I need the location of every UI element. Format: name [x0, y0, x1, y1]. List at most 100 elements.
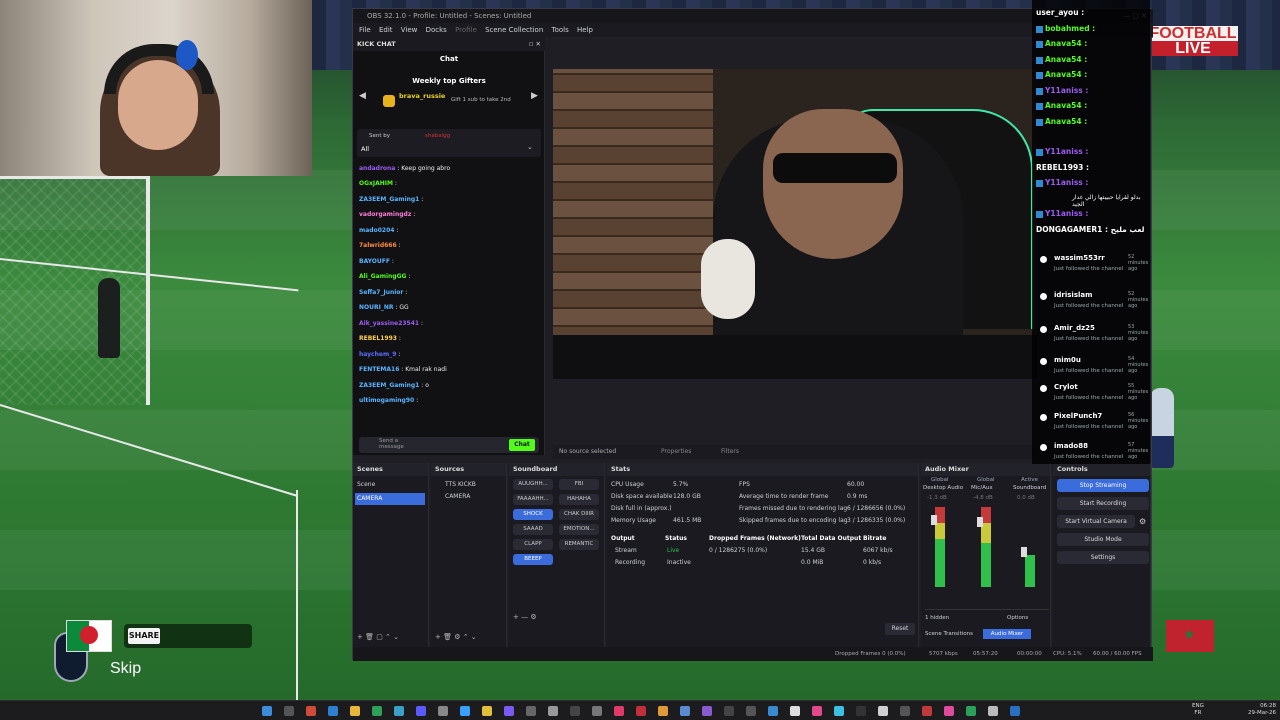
filter-select[interactable]: All — [361, 145, 369, 153]
app-icon[interactable] — [680, 706, 690, 716]
app-icon[interactable] — [526, 706, 536, 716]
heart-icon — [1040, 385, 1047, 392]
app-icon[interactable] — [658, 706, 668, 716]
app-icon[interactable] — [504, 706, 514, 716]
gift-cta[interactable]: Gift 1 sub to take 2nd — [451, 97, 511, 103]
tab-scene-transitions[interactable]: Scene Transitions — [925, 631, 973, 637]
app-icon[interactable] — [768, 706, 778, 716]
app-icon[interactable] — [1010, 706, 1020, 716]
settings-button[interactable]: Settings — [1057, 551, 1149, 564]
menu-docks[interactable]: Docks — [426, 26, 447, 34]
tab-audio-mixer[interactable]: Audio Mixer — [983, 629, 1031, 639]
sound-button[interactable]: SAAAD — [513, 524, 553, 535]
filters-button[interactable]: Filters — [721, 445, 739, 459]
app-icon[interactable] — [416, 706, 426, 716]
app-icon[interactable] — [812, 706, 822, 716]
sound-button[interactable]: FAAAAHH... — [513, 494, 553, 505]
table-cell: 6067 kb/s — [863, 547, 893, 554]
properties-button[interactable]: Properties — [661, 445, 691, 459]
share-button[interactable]: SHARE — [128, 628, 160, 644]
app-icon[interactable] — [614, 706, 624, 716]
search-icon[interactable] — [284, 706, 294, 716]
menu-profile[interactable]: Profile — [455, 26, 477, 34]
source-toolbar-icons[interactable]: + 🗑 ⚙ ⌃ ⌄ — [435, 633, 477, 641]
microphone-icon — [701, 239, 755, 319]
skip-button[interactable]: Skip — [110, 660, 141, 678]
chat-tab[interactable]: Chat — [353, 55, 545, 63]
app-icon[interactable] — [746, 706, 756, 716]
sound-button[interactable]: EMOTION... — [559, 524, 599, 535]
chevron-right-icon[interactable]: ▶ — [531, 91, 538, 101]
chevron-down-icon[interactable]: ⌄ — [527, 143, 533, 151]
sound-button[interactable]: HAHAHA — [559, 494, 599, 505]
sound-button[interactable]: CLAPP — [513, 539, 553, 550]
menu-file[interactable]: File — [359, 26, 371, 34]
app-icon[interactable] — [394, 706, 404, 716]
sound-button-active[interactable]: SHOCK — [513, 509, 553, 520]
clock[interactable]: 06:28 29-Mar-26 — [1240, 703, 1276, 717]
menu-help[interactable]: Help — [577, 26, 593, 34]
app-icon[interactable] — [372, 706, 382, 716]
table-cell: Stream — [615, 547, 637, 554]
soundboard-toolbar[interactable]: + — ⚙ — [513, 613, 537, 621]
app-icon[interactable] — [966, 706, 976, 716]
source-item[interactable]: CAMERA — [445, 493, 470, 500]
start-icon[interactable] — [262, 706, 272, 716]
folder-icon[interactable] — [350, 706, 360, 716]
stats-dock: Stats CPU Usage 5.7% Disk space availabl… — [607, 463, 919, 647]
sound-button[interactable]: REMANTIC — [559, 539, 599, 550]
app-icon[interactable] — [790, 706, 800, 716]
app-icon[interactable] — [988, 706, 998, 716]
language-indicator[interactable]: ENG FR — [1192, 703, 1204, 717]
app-icon[interactable] — [570, 706, 580, 716]
app-icon[interactable] — [878, 706, 888, 716]
menu-tools[interactable]: Tools — [552, 26, 569, 34]
sound-button-active[interactable]: BEEEP — [513, 554, 553, 565]
morocco-flag: ★ — [1166, 620, 1214, 652]
app-icon[interactable] — [922, 706, 932, 716]
app-icon[interactable] — [306, 706, 316, 716]
gear-icon[interactable]: ⚙ — [1139, 517, 1146, 526]
stop-streaming-button[interactable]: Stop Streaming — [1057, 479, 1149, 492]
app-icon[interactable] — [724, 706, 734, 716]
hidden-count[interactable]: 1 hidden — [925, 615, 949, 621]
volume-slider[interactable] — [931, 515, 937, 525]
app-icon[interactable] — [548, 706, 558, 716]
app-icon[interactable] — [856, 706, 866, 716]
app-icon[interactable] — [438, 706, 448, 716]
source-item[interactable]: TTS KICKB — [445, 481, 476, 488]
app-icon[interactable] — [944, 706, 954, 716]
browser-icon[interactable] — [328, 706, 338, 716]
menu-view[interactable]: View — [401, 26, 418, 34]
chat-send-button[interactable]: Chat — [509, 439, 535, 451]
start-recording-button[interactable]: Start Recording — [1057, 497, 1149, 510]
app-icon[interactable] — [460, 706, 470, 716]
app-icon[interactable] — [900, 706, 910, 716]
app-icon[interactable] — [592, 706, 602, 716]
start-virtual-camera-button[interactable]: Start Virtual Camera — [1057, 515, 1135, 528]
volume-slider[interactable] — [1021, 547, 1027, 557]
menu-scene-collection[interactable]: Scene Collection — [485, 26, 543, 34]
stat-value: 60.00 — [847, 481, 865, 488]
app-icon[interactable] — [482, 706, 492, 716]
sound-button[interactable]: CHAK DIIIR — [559, 509, 599, 520]
obs-preview[interactable] — [553, 69, 1037, 379]
scene-item-selected[interactable]: CAMERA — [355, 493, 425, 505]
menu-edit[interactable]: Edit — [379, 26, 393, 34]
status-badge: Live — [667, 547, 680, 554]
close-icon[interactable]: ▫ ✕ — [529, 37, 541, 51]
chat-line: Y11aniss : — [1036, 209, 1088, 218]
chat-input[interactable]: Send a message Chat — [359, 437, 539, 453]
app-icon[interactable] — [636, 706, 646, 716]
sound-button[interactable]: FBI — [559, 479, 599, 490]
options-button[interactable]: Options — [1007, 615, 1028, 621]
app-icon[interactable] — [702, 706, 712, 716]
scene-toolbar-icons[interactable]: + 🗑 ▢ ⌃ ⌄ — [357, 633, 399, 641]
sound-button[interactable]: AUUGHH... — [513, 479, 553, 490]
chevron-left-icon[interactable]: ◀ — [359, 91, 366, 101]
scene-item[interactable]: Scene — [357, 481, 375, 488]
volume-slider[interactable] — [977, 517, 983, 527]
reset-button[interactable]: Reset — [885, 623, 915, 635]
studio-mode-button[interactable]: Studio Mode — [1057, 533, 1149, 546]
app-icon[interactable] — [834, 706, 844, 716]
